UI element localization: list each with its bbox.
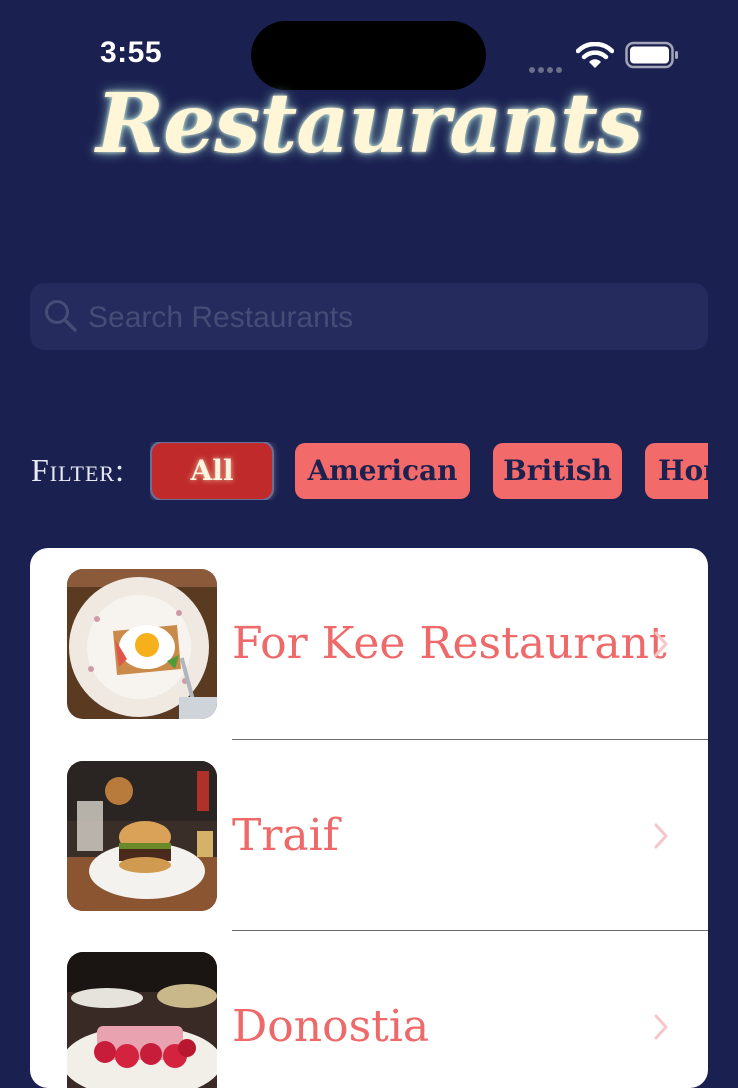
filter-chip-hong-kong[interactable]: Hong Kong [645,443,708,499]
battery-icon [625,41,679,74]
restaurant-name: Donostia [232,1001,430,1052]
filter-chip-british[interactable]: British [493,443,622,499]
search-input[interactable] [86,283,690,352]
list-item[interactable]: For Kee Restaurant [30,548,708,739]
restaurant-photo [67,569,217,719]
list-item[interactable]: Traif [30,740,708,931]
filter-chip-all[interactable]: All [152,443,272,499]
filter-chip-american[interactable]: American [295,443,470,499]
page-title: Restaurants [95,76,643,172]
filter-chips: All American British Hong Kong [150,442,708,500]
chevron-right-icon [652,822,670,855]
search-icon [44,299,78,338]
restaurant-name: Traif [232,810,339,861]
restaurant-list: For Kee Restaurant Traif Donostia [30,548,708,1088]
restaurant-photo [67,761,217,911]
list-item[interactable]: Donostia [30,931,708,1088]
search-bar[interactable] [30,283,708,352]
status-time: 3:55 [100,36,163,69]
wifi-icon [575,41,615,75]
filter-label: Filter: [31,452,125,488]
restaurant-name: For Kee Restaurant [232,618,667,669]
chevron-right-icon [652,630,670,663]
chevron-right-icon [652,1013,670,1046]
restaurant-photo [67,952,217,1088]
